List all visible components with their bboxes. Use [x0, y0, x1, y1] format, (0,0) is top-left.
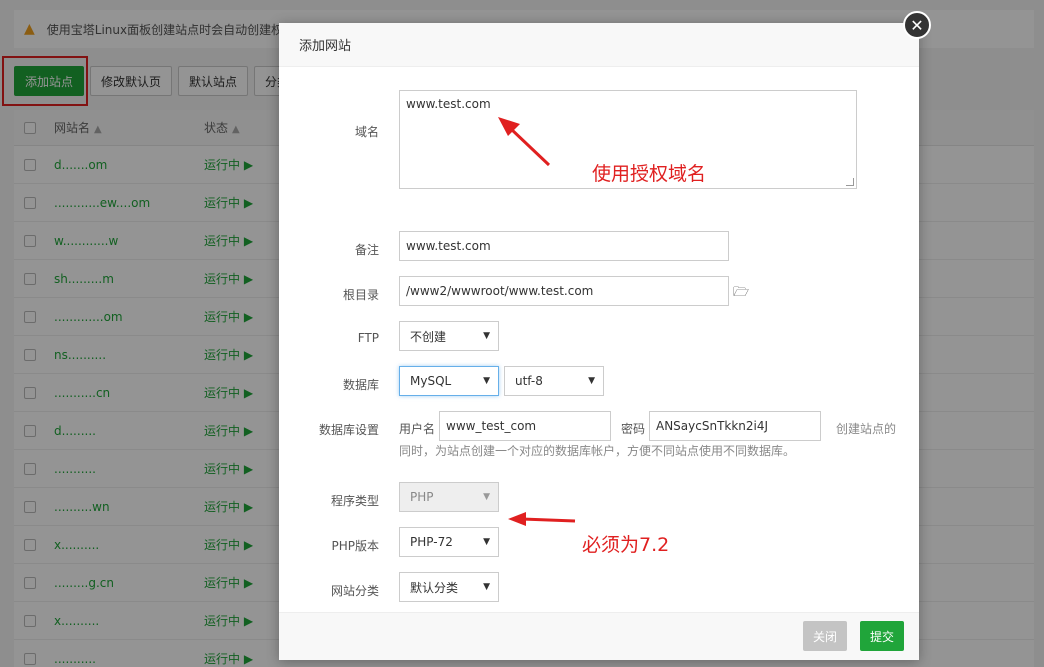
dialog-title: 添加网站: [279, 23, 919, 67]
php-version-select[interactable]: PHP-72 ▼: [399, 527, 499, 557]
program-type-label: 程序类型: [330, 494, 379, 508]
category-label: 网站分类: [330, 584, 379, 598]
domain-label: 域名: [354, 125, 379, 139]
charset-select[interactable]: utf-8 ▼: [504, 366, 604, 396]
db-hint-right: 创建站点的: [836, 422, 897, 436]
database-select[interactable]: MySQL ▼: [399, 366, 499, 396]
chevron-down-icon: ▼: [483, 537, 490, 547]
add-site-dialog: 添加网站 域名 www.test.com 使用授权域名 备注 www.test.…: [279, 23, 919, 660]
close-icon[interactable]: ✕: [903, 11, 931, 39]
database-label: 数据库: [342, 378, 379, 392]
resize-handle-icon[interactable]: [846, 178, 854, 186]
db-pass-input[interactable]: ANSaycSnTkkn2i4J: [649, 411, 821, 441]
php-annotation: 必须为7.2: [582, 534, 670, 556]
close-button[interactable]: 关闭: [803, 621, 848, 651]
folder-open-icon[interactable]: 🗁: [733, 283, 749, 305]
root-dir-label: 根目录: [342, 288, 379, 302]
ftp-label: FTP: [357, 331, 379, 345]
php-version-value: PHP-72: [410, 535, 453, 549]
chevron-down-icon: ▼: [483, 582, 490, 592]
database-select-value: MySQL: [410, 374, 452, 388]
db-settings-label: 数据库设置: [318, 423, 379, 437]
chevron-down-icon: ▼: [483, 492, 490, 502]
domain-annotation: 使用授权域名: [592, 163, 707, 185]
submit-button[interactable]: 提交: [860, 621, 905, 651]
php-version-label: PHP版本: [331, 539, 380, 553]
ftp-select[interactable]: 不创建 ▼: [399, 321, 499, 351]
ftp-select-value: 不创建: [410, 329, 447, 344]
program-type-value: PHP: [410, 490, 434, 504]
chevron-down-icon: ▼: [588, 376, 595, 386]
chevron-down-icon: ▼: [483, 376, 490, 386]
root-dir-input[interactable]: /www2/wwwroot/www.test.com: [399, 276, 729, 306]
remark-label: 备注: [354, 243, 379, 257]
db-pass-label: 密码: [621, 422, 646, 436]
chevron-down-icon: ▼: [483, 331, 490, 341]
db-user-input[interactable]: www_test_com: [439, 411, 611, 441]
db-user-label: 用户名: [399, 422, 436, 436]
category-value: 默认分类: [410, 580, 459, 595]
charset-select-value: utf-8: [515, 374, 543, 388]
remark-input[interactable]: www.test.com: [399, 231, 729, 261]
dialog-footer: 关闭 提交: [279, 612, 919, 660]
domain-value: www.test.com: [406, 97, 491, 111]
db-hint-line2: 同时，为站点创建一个对应的数据库帐户，方便不同站点使用不同数据库。: [399, 444, 796, 458]
category-select[interactable]: 默认分类 ▼: [399, 572, 499, 602]
program-type-select: PHP ▼: [399, 482, 499, 512]
dialog-body: 域名 www.test.com 使用授权域名 备注 www.test.com 根…: [279, 67, 919, 612]
